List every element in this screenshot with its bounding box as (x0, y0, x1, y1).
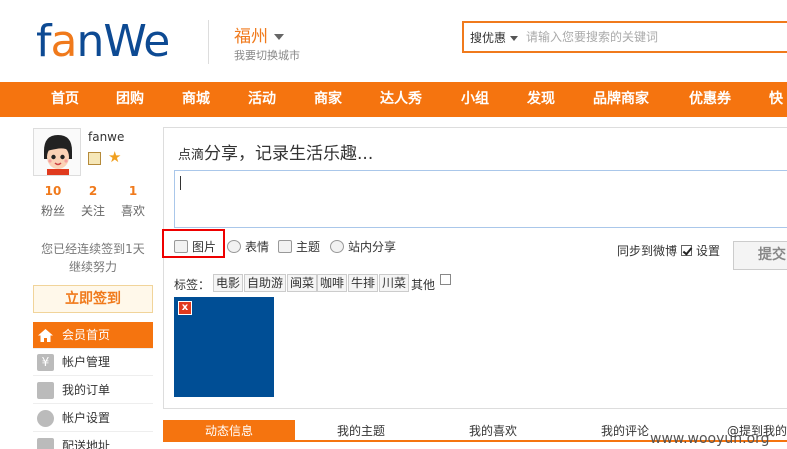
settings-link[interactable]: 设置 (696, 244, 720, 258)
stat-fans[interactable]: 10 粉丝 (33, 184, 73, 219)
search-box: 搜优惠 (462, 21, 787, 53)
site-logo[interactable]: fanWe (36, 14, 196, 70)
stat-likes[interactable]: 1 喜欢 (113, 184, 153, 219)
speech-bubble-icon (278, 240, 292, 253)
stat-number: 1 (128, 184, 138, 198)
internal-share-button[interactable]: 站内分享 (330, 239, 396, 255)
username[interactable]: fanwe (88, 130, 124, 144)
id-badge-icon (88, 152, 101, 165)
city-selector[interactable]: 福州 (234, 22, 284, 47)
nav-item-home[interactable]: 首页 (51, 82, 79, 117)
menu-label: 我的订单 (62, 383, 111, 397)
stat-label: 关注 (80, 204, 105, 218)
logo-text-2: a (50, 16, 78, 67)
menu-item-account[interactable]: ¥ 帐户管理 (33, 349, 153, 376)
header-divider (208, 20, 209, 64)
menu-label: 帐户管理 (62, 355, 111, 369)
checkin-status: 您已经连续签到1天 继续努力 (33, 240, 153, 276)
smiley-icon (227, 240, 241, 253)
header: fanWe 福州 我要切换城市 搜优惠 (0, 0, 787, 82)
nav-item-groups[interactable]: 小组 (461, 82, 489, 117)
nav-item-coupons[interactable]: 优惠券 (689, 82, 731, 117)
tab-my-topics[interactable]: 我的主题 (295, 420, 427, 442)
gear-icon (37, 410, 54, 427)
sync-weibo: 同步到微博 设置 (617, 242, 720, 259)
yen-icon: ¥ (37, 354, 54, 371)
menu-label: 会员首页 (62, 328, 111, 342)
topic-tool-button[interactable]: 主题 (278, 239, 320, 255)
stat-number: 10 (44, 184, 62, 198)
city-name: 福州 (234, 27, 268, 47)
search-input[interactable] (526, 27, 787, 47)
home-icon (37, 327, 54, 344)
stat-label: 粉丝 (40, 204, 65, 218)
checkin-text-line2: 继续努力 (68, 260, 117, 274)
tag-item[interactable]: 闽菜 (287, 274, 318, 292)
stat-label: 喜欢 (120, 204, 145, 218)
tab-activity[interactable]: 动态信息 (163, 420, 295, 442)
tag-other-checkbox[interactable] (440, 274, 451, 285)
tool-label: 站内分享 (348, 240, 397, 254)
share-title: 点滴分享，记录生活乐趣... (178, 139, 373, 164)
menu-item-orders[interactable]: 我的订单 (33, 377, 153, 404)
submit-button[interactable]: 提交 (733, 241, 787, 270)
tag-item[interactable]: 牛排 (348, 274, 379, 292)
share-textarea[interactable] (174, 170, 787, 228)
chevron-down-icon (274, 34, 284, 40)
nav-item-discover[interactable]: 发现 (527, 82, 555, 117)
tool-label: 主题 (296, 240, 321, 254)
watermark: www.wooyun.org (650, 431, 770, 447)
menu-item-member-home[interactable]: 会员首页 (33, 322, 153, 349)
logo-text-1: f (36, 16, 51, 67)
sync-weibo-checkbox[interactable] (681, 245, 693, 256)
delete-image-button[interactable]: x (178, 301, 192, 315)
truck-icon (37, 438, 54, 449)
tag-item[interactable]: 电影 (213, 274, 244, 292)
tags-label: 标签： (174, 278, 211, 292)
tag-other-label: 其他 (411, 278, 436, 292)
document-icon (37, 382, 54, 399)
share-title-small: 点滴 (178, 148, 205, 163)
menu-item-settings[interactable]: 帐户设置 (33, 405, 153, 432)
search-category-label: 搜优惠 (470, 31, 507, 45)
text-cursor (180, 176, 181, 190)
stat-number: 2 (88, 184, 98, 198)
nav-item-groupbuy[interactable]: 团购 (116, 82, 144, 117)
share-title-main: 分享，记录生活乐趣... (204, 144, 374, 164)
nav-item-merchants[interactable]: 商家 (314, 82, 342, 117)
tab-my-likes[interactable]: 我的喜欢 (427, 420, 559, 442)
avatar-icon (34, 129, 80, 175)
tag-item[interactable]: 咖啡 (317, 274, 348, 292)
main-nav: 首页 团购 商城 活动 商家 达人秀 小组 发现 品牌商家 优惠券 快 (0, 82, 787, 117)
search-category-select[interactable]: 搜优惠 (470, 29, 519, 46)
star-badge-icon: ★ (108, 148, 122, 166)
stat-following[interactable]: 2 关注 (73, 184, 113, 219)
chevron-down-icon (510, 36, 519, 41)
highlight-box (162, 229, 225, 258)
nav-item-brands[interactable]: 品牌商家 (593, 82, 649, 117)
emoji-tool-button[interactable]: 表情 (227, 239, 269, 255)
sync-label: 同步到微博 (617, 244, 678, 258)
nav-item-more[interactable]: 快 (769, 82, 783, 117)
nav-item-mall[interactable]: 商城 (182, 82, 210, 117)
nav-item-events[interactable]: 活动 (248, 82, 276, 117)
tool-label: 表情 (245, 240, 270, 254)
menu-item-address[interactable]: 配送地址 (33, 433, 153, 449)
checkin-text-line1: 您已经连续签到1天 (41, 242, 145, 256)
checkin-button[interactable]: 立即签到 (33, 285, 153, 313)
tag-item[interactable]: 川菜 (379, 274, 410, 292)
logo-text-3: nWe (76, 16, 170, 67)
share-circle-icon (330, 240, 344, 253)
switch-city-link[interactable]: 我要切换城市 (234, 47, 300, 63)
avatar[interactable] (33, 128, 81, 176)
nav-item-showcase[interactable]: 达人秀 (380, 82, 422, 117)
menu-label: 帐户设置 (62, 411, 111, 425)
menu-label: 配送地址 (62, 439, 111, 449)
tag-item[interactable]: 自助游 (244, 274, 287, 292)
